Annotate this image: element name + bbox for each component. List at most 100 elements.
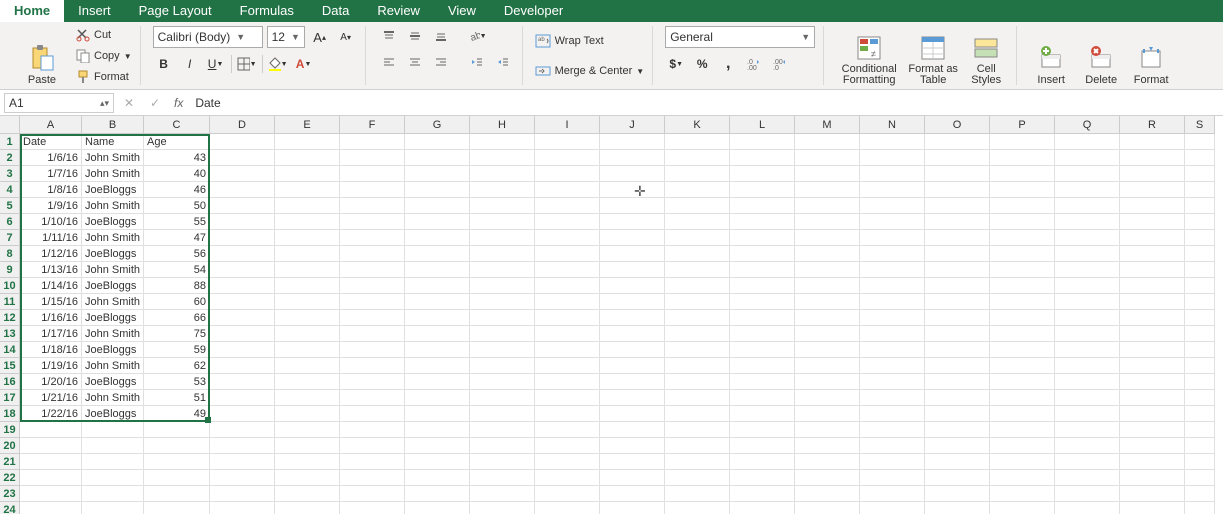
column-header[interactable]: P xyxy=(990,116,1055,134)
cells-area[interactable]: DateNameAge1/6/16John Smith431/7/16John … xyxy=(20,134,1215,514)
column-header[interactable]: O xyxy=(925,116,990,134)
cell[interactable] xyxy=(535,438,600,454)
align-right-button[interactable] xyxy=(430,52,452,72)
merge-center-button[interactable]: Merge & Center ▼ xyxy=(535,61,645,81)
cell[interactable]: 1/13/16 xyxy=(20,262,82,278)
cell[interactable] xyxy=(860,390,925,406)
cell[interactable] xyxy=(665,262,730,278)
tab-review[interactable]: Review xyxy=(363,0,434,22)
currency-button[interactable]: $▼ xyxy=(665,54,687,74)
cell[interactable] xyxy=(1185,502,1215,514)
cell[interactable] xyxy=(730,278,795,294)
cell[interactable] xyxy=(665,406,730,422)
cell[interactable] xyxy=(665,166,730,182)
cell[interactable] xyxy=(405,422,470,438)
cell[interactable] xyxy=(340,342,405,358)
select-all-corner[interactable] xyxy=(0,116,20,134)
cell[interactable] xyxy=(730,358,795,374)
cell[interactable] xyxy=(860,134,925,150)
cell[interactable] xyxy=(144,486,210,502)
cell[interactable] xyxy=(990,342,1055,358)
cell[interactable] xyxy=(860,166,925,182)
cell[interactable] xyxy=(405,454,470,470)
cell[interactable] xyxy=(795,390,860,406)
column-header[interactable]: N xyxy=(860,116,925,134)
cell[interactable]: 46 xyxy=(144,182,210,198)
cell[interactable] xyxy=(860,486,925,502)
row-header[interactable]: 20 xyxy=(0,438,20,454)
insert-cells-button[interactable]: Insert xyxy=(1029,26,1073,86)
cell[interactable] xyxy=(795,214,860,230)
cell[interactable] xyxy=(144,470,210,486)
decrease-decimal-button[interactable]: .00.0 xyxy=(769,54,791,74)
cell[interactable]: 1/12/16 xyxy=(20,246,82,262)
cell[interactable] xyxy=(275,182,340,198)
cell[interactable]: 1/11/16 xyxy=(20,230,82,246)
cell[interactable] xyxy=(1120,390,1185,406)
cell[interactable] xyxy=(210,166,275,182)
cell[interactable] xyxy=(990,166,1055,182)
tab-developer[interactable]: Developer xyxy=(490,0,577,22)
shrink-font-button[interactable]: A▾ xyxy=(335,27,357,47)
cell[interactable] xyxy=(860,246,925,262)
cell[interactable] xyxy=(1120,470,1185,486)
cell[interactable] xyxy=(665,230,730,246)
number-format-select[interactable]: General▼ xyxy=(665,26,815,48)
cell[interactable] xyxy=(665,198,730,214)
cell[interactable] xyxy=(535,262,600,278)
cell[interactable] xyxy=(340,230,405,246)
cell[interactable] xyxy=(600,342,665,358)
cell[interactable]: John Smith xyxy=(82,150,144,166)
column-header[interactable]: B xyxy=(82,116,144,134)
cell[interactable] xyxy=(20,422,82,438)
cell[interactable] xyxy=(730,454,795,470)
cell[interactable] xyxy=(82,454,144,470)
cell[interactable] xyxy=(82,502,144,514)
cell[interactable] xyxy=(275,310,340,326)
cell[interactable] xyxy=(1055,246,1120,262)
cell[interactable] xyxy=(1185,406,1215,422)
cell[interactable] xyxy=(535,198,600,214)
delete-cells-button[interactable]: Delete xyxy=(1079,26,1123,86)
column-header[interactable]: I xyxy=(535,116,600,134)
cell[interactable] xyxy=(795,438,860,454)
cell[interactable] xyxy=(340,326,405,342)
cell[interactable] xyxy=(1055,502,1120,514)
cell[interactable] xyxy=(210,406,275,422)
column-header[interactable]: E xyxy=(275,116,340,134)
cell[interactable] xyxy=(860,294,925,310)
cell[interactable] xyxy=(340,406,405,422)
cell[interactable] xyxy=(210,438,275,454)
cell[interactable] xyxy=(600,230,665,246)
cell[interactable] xyxy=(275,246,340,262)
cell[interactable] xyxy=(405,294,470,310)
cell[interactable] xyxy=(405,310,470,326)
cell[interactable] xyxy=(405,438,470,454)
cell[interactable] xyxy=(405,358,470,374)
cell[interactable] xyxy=(1185,454,1215,470)
cell[interactable] xyxy=(990,390,1055,406)
row-header[interactable]: 24 xyxy=(0,502,20,514)
decrease-indent-button[interactable] xyxy=(466,52,488,72)
cell[interactable] xyxy=(340,166,405,182)
cell[interactable] xyxy=(600,502,665,514)
column-header[interactable]: M xyxy=(795,116,860,134)
cell[interactable] xyxy=(1185,214,1215,230)
cell[interactable] xyxy=(470,134,535,150)
italic-button[interactable]: I xyxy=(179,54,201,74)
font-color-button[interactable]: A▼ xyxy=(293,54,315,74)
cell[interactable]: 1/15/16 xyxy=(20,294,82,310)
cell[interactable] xyxy=(470,230,535,246)
cell[interactable] xyxy=(144,502,210,514)
cell[interactable] xyxy=(730,166,795,182)
cell[interactable] xyxy=(665,390,730,406)
cell[interactable]: John Smith xyxy=(82,230,144,246)
cell[interactable] xyxy=(275,422,340,438)
cell[interactable] xyxy=(600,326,665,342)
cell[interactable] xyxy=(600,150,665,166)
cell[interactable] xyxy=(1120,310,1185,326)
row-header[interactable]: 18 xyxy=(0,406,20,422)
cell[interactable] xyxy=(1055,358,1120,374)
cell[interactable] xyxy=(470,342,535,358)
cell[interactable] xyxy=(795,150,860,166)
